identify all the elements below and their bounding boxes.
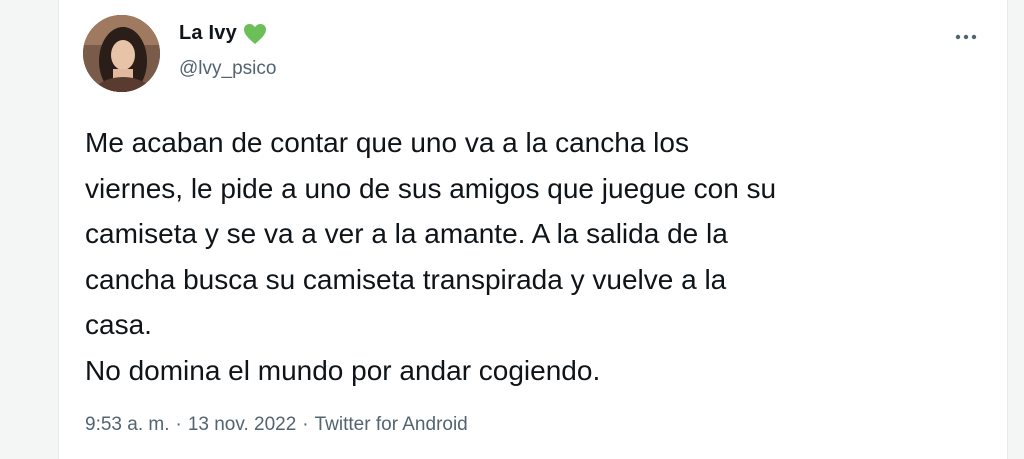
meta-separator: ·	[302, 414, 309, 435]
author-display-name[interactable]: La Ivy	[179, 22, 237, 45]
green-heart-icon	[243, 23, 267, 45]
tweet-metadata: 9:53 a. m. · 13 nov. 2022 · Twitter for …	[85, 414, 468, 436]
more-button[interactable]	[951, 22, 981, 52]
tweet-source[interactable]: Twitter for Android	[315, 414, 468, 436]
more-dots-icon	[955, 34, 977, 40]
author-name-row: La Ivy	[179, 22, 267, 45]
tweet-date[interactable]: 13 nov. 2022	[188, 414, 296, 436]
avatar-image	[83, 15, 160, 92]
meta-separator: ·	[175, 414, 182, 435]
tweet-text: Me acaban de contar que uno va a la canc…	[85, 127, 777, 386]
avatar[interactable]	[83, 15, 160, 92]
tweet-time[interactable]: 9:53 a. m.	[85, 414, 170, 436]
author-handle[interactable]: @lvy_psico	[179, 58, 276, 80]
tweet-card: La Ivy @lvy_psico Me acaban de contar qu…	[58, 0, 1008, 459]
